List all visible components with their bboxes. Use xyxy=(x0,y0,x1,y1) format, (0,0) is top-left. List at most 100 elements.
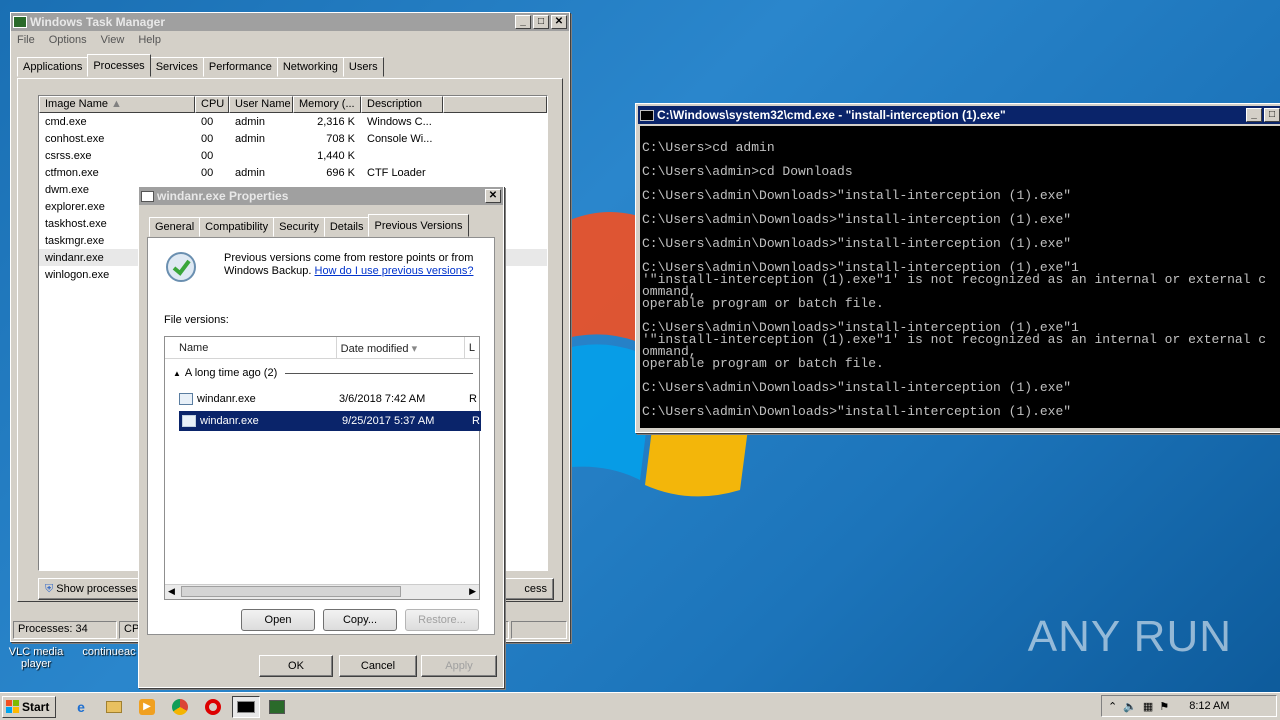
properties-dialog: windanr.exe Properties ✕ General Compati… xyxy=(138,186,504,688)
console-output[interactable]: C:\Users>cd admin C:\Users\admin>cd Downl… xyxy=(640,126,1280,428)
scroll-right-icon[interactable]: ▶ xyxy=(469,586,476,597)
version-row-selected[interactable]: windanr.exe 9/25/2017 5:37 AM R xyxy=(179,411,481,431)
properties-titlebar[interactable]: windanr.exe Properties ✕ xyxy=(139,187,503,205)
col-memory[interactable]: Memory (... xyxy=(293,96,361,113)
cell-name: ctfmon.exe xyxy=(45,166,99,179)
cell-user: admin xyxy=(235,115,265,128)
flag-icon[interactable]: ⚑ xyxy=(1159,700,1169,713)
cell-cpu: 00 xyxy=(201,166,214,179)
version-name: windanr.exe xyxy=(200,415,259,427)
tab-networking[interactable]: Networking xyxy=(276,57,344,77)
windows-flag-icon xyxy=(6,700,19,713)
ok-button[interactable]: OK xyxy=(259,655,333,677)
cmd-icon[interactable] xyxy=(232,695,260,718)
menu-view[interactable]: View xyxy=(101,34,125,46)
cell-desc: Windows C... xyxy=(367,115,432,128)
col-date-modified[interactable]: Date modified ▾ xyxy=(337,337,465,358)
tab-compatibility[interactable]: Compatibility xyxy=(199,217,275,237)
opera-icon[interactable] xyxy=(202,696,224,718)
tab-applications[interactable]: Applications xyxy=(17,57,89,77)
cell-name: csrss.exe xyxy=(45,149,92,162)
console-line: operable program or batch file. xyxy=(642,356,884,371)
table-row[interactable]: ctfmon.exe 00 admin 696 K CTF Loader xyxy=(39,164,547,181)
cell-mem: 2,316 K xyxy=(317,115,355,128)
col-image-name[interactable]: Image Name ▲ xyxy=(39,96,195,113)
group-header[interactable]: ▲ A long time ago (2) xyxy=(173,367,473,379)
horizontal-scrollbar[interactable]: ◀ ▶ xyxy=(165,584,479,599)
apply-button[interactable]: Apply xyxy=(421,655,497,677)
file-versions-label: File versions: xyxy=(164,314,229,326)
col-filler xyxy=(443,96,547,113)
table-row[interactable]: conhost.exe 00 admin 708 K Console Wi... xyxy=(39,130,547,147)
version-row[interactable]: windanr.exe 3/6/2018 7:42 AM R xyxy=(179,389,481,409)
console-line: operable program or batch file. xyxy=(642,296,884,311)
cell-name: cmd.exe xyxy=(45,115,87,128)
cell-mem: 708 K xyxy=(326,132,355,145)
volume-icon[interactable]: 🔈 xyxy=(1123,700,1137,713)
copy-button[interactable]: Copy... xyxy=(323,609,397,631)
restore-clock-icon xyxy=(166,252,196,282)
col-cpu[interactable]: CPU xyxy=(195,96,229,113)
group-divider xyxy=(285,372,473,374)
cell-desc: Console Wi... xyxy=(367,132,433,145)
scroll-left-icon[interactable]: ◀ xyxy=(168,586,175,597)
network-icon[interactable]: ▦ xyxy=(1143,700,1153,713)
menu-help[interactable]: Help xyxy=(138,34,161,46)
version-location: R xyxy=(469,393,477,405)
cmd-maximize-button[interactable]: □ xyxy=(1264,108,1280,122)
tab-performance[interactable]: Performance xyxy=(202,57,278,77)
minimize-button[interactable]: _ xyxy=(515,15,531,29)
ie-icon[interactable]: e xyxy=(70,696,92,718)
status-resize-grip[interactable] xyxy=(511,621,567,639)
help-link[interactable]: How do I use previous versions? xyxy=(315,265,474,277)
version-date: 9/25/2017 5:37 AM xyxy=(342,415,435,427)
anyrun-watermark: ANY RUN xyxy=(1027,612,1232,661)
media-player-icon[interactable]: ▶ xyxy=(136,696,158,718)
tray-expand-icon[interactable]: ⌃ xyxy=(1108,700,1117,713)
tab-users[interactable]: Users xyxy=(342,57,384,77)
close-button[interactable]: ✕ xyxy=(551,15,567,29)
tab-services[interactable]: Services xyxy=(149,57,204,77)
folder-icon[interactable] xyxy=(103,696,125,718)
restore-button[interactable]: Restore... xyxy=(405,609,479,631)
task-manager-tabs: Applications Processes Services Performa… xyxy=(11,54,569,77)
tab-details[interactable]: Details xyxy=(323,217,370,237)
properties-icon xyxy=(141,190,154,202)
chrome-icon[interactable] xyxy=(169,696,191,718)
collapse-icon: ▲ xyxy=(173,368,181,378)
file-versions-header: Name Date modified ▾ L xyxy=(165,337,479,359)
tab-processes[interactable]: Processes xyxy=(87,54,151,77)
shield-icon: ⛨ xyxy=(45,582,54,595)
properties-close-button[interactable]: ✕ xyxy=(485,189,501,203)
clock[interactable]: 8:12 AM xyxy=(1189,700,1229,712)
table-row[interactable]: csrss.exe 00 1,440 K xyxy=(39,147,547,164)
console-line: '"install-interception (1).exe"1' is not… xyxy=(642,332,1267,347)
tab-general[interactable]: General xyxy=(149,217,201,237)
file-versions-list[interactable]: Name Date modified ▾ L ▲ A long time ago… xyxy=(164,336,481,600)
cancel-button[interactable]: Cancel xyxy=(339,655,417,677)
cmd-titlebar[interactable]: C:\Windows\system32\cmd.exe - "install-i… xyxy=(638,106,1280,124)
maximize-button[interactable]: □ xyxy=(533,15,549,29)
col-location[interactable]: L xyxy=(465,337,479,358)
system-tray: ⌃ 🔈 ▦ ⚑ 8:12 AM xyxy=(1101,695,1277,717)
col-description[interactable]: Description xyxy=(361,96,443,113)
col-user-name[interactable]: User Name xyxy=(229,96,293,113)
cell-cpu: 00 xyxy=(201,115,214,128)
table-row[interactable]: cmd.exe 00 admin 2,316 K Windows C... xyxy=(39,113,547,130)
desktop-icon-continueac[interactable]: continueac xyxy=(74,646,144,658)
menu-file[interactable]: File xyxy=(17,34,35,46)
exe-icon xyxy=(179,393,193,405)
col-name[interactable]: Name xyxy=(165,337,337,358)
desktop-icon-vlc[interactable]: VLC media player xyxy=(6,646,66,670)
open-button[interactable]: Open xyxy=(241,609,315,631)
tab-security[interactable]: Security xyxy=(273,217,325,237)
task-manager-titlebar[interactable]: Windows Task Manager _ □ ✕ xyxy=(11,13,569,31)
taskmgr-icon[interactable] xyxy=(266,696,288,718)
tab-previous-versions[interactable]: Previous Versions xyxy=(368,214,469,237)
console-line: C:\Users\admin\Downloads>"install-interc… xyxy=(642,380,1072,395)
cmd-minimize-button[interactable]: _ xyxy=(1246,108,1262,122)
scroll-thumb[interactable] xyxy=(181,586,401,597)
cell-desc: CTF Loader xyxy=(367,166,426,179)
start-button[interactable]: Start xyxy=(2,695,56,718)
menu-options[interactable]: Options xyxy=(49,34,87,46)
